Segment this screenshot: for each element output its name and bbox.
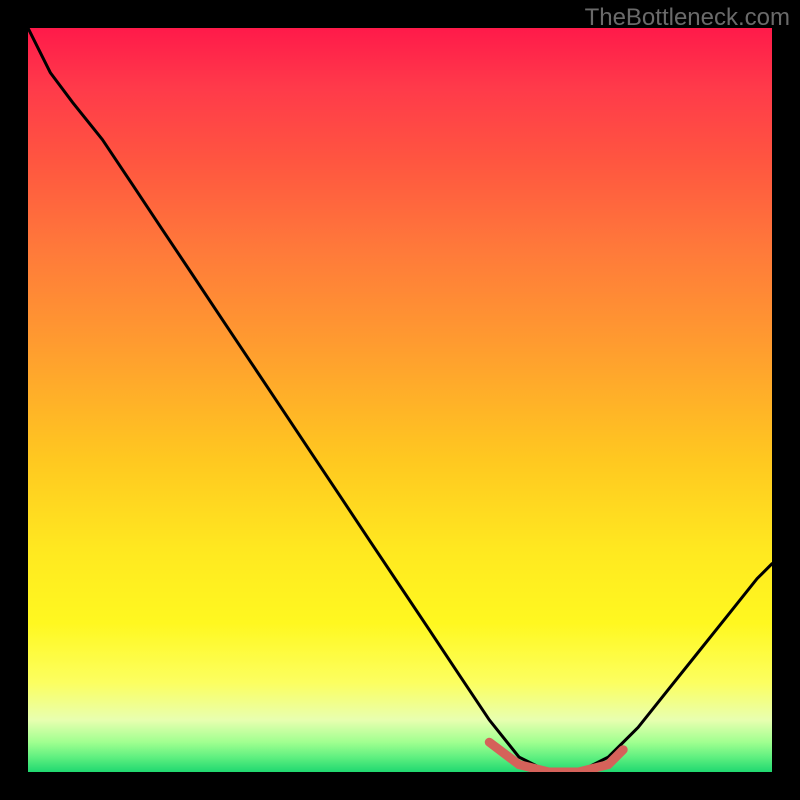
optimal-range-highlight [28,28,772,772]
watermark-text: TheBottleneck.com [585,4,790,32]
chart-container: TheBottleneck.com [0,0,800,800]
plot-area [28,28,772,772]
